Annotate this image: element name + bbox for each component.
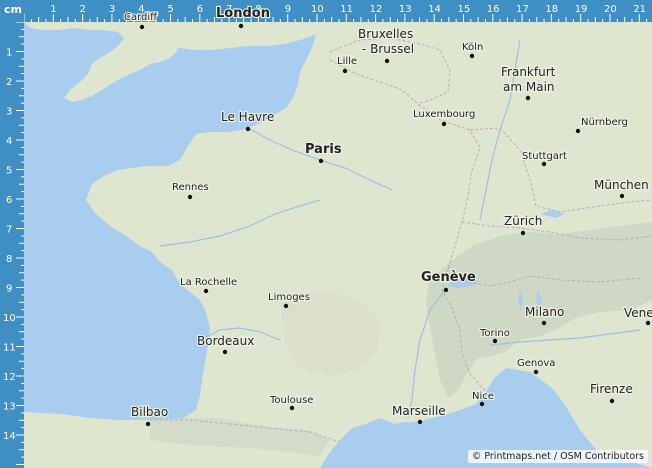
ruler-label-left: 1: [6, 48, 12, 59]
city-label-brussel[interactable]: - Brussel: [361, 41, 415, 57]
ruler-label-left: 8: [6, 254, 12, 265]
city-label-gen-ve[interactable]: Genève: [420, 269, 477, 286]
city-label-le-havre[interactable]: Le Havre: [220, 109, 275, 125]
city-label-bilbao[interactable]: Bilbao: [130, 404, 169, 420]
city-marker-la-rochelle[interactable]: [203, 288, 209, 294]
city-marker-marseille[interactable]: [417, 419, 423, 425]
ruler-label-top: 11: [340, 4, 353, 15]
city-label-frankfurt[interactable]: Frankfurt: [500, 64, 557, 80]
ruler-label-top: 19: [575, 4, 588, 15]
city-label-london[interactable]: London: [215, 5, 271, 22]
city-marker-cardiff[interactable]: [139, 24, 145, 30]
ruler-label-left: 12: [3, 372, 16, 383]
city-marker-stuttgart[interactable]: [541, 161, 547, 167]
ruler-top: 1 2 3 4 5 6 7 8 9 10 11 12 13 14 15 16 17 18 19 20 21: [0, 0, 652, 22]
city-marker-genova[interactable]: [533, 369, 539, 375]
ruler-label-left: 5: [6, 166, 12, 177]
ruler-label-top: 3: [109, 4, 115, 15]
ruler-label-top: 5: [168, 4, 174, 15]
city-marker-milano[interactable]: [541, 320, 547, 326]
city-label-milano[interactable]: Milano: [524, 304, 566, 320]
city-label-firenze[interactable]: Firenze: [589, 381, 634, 397]
ruler-label-left: 3: [6, 107, 12, 118]
city-marker-rennes[interactable]: [187, 194, 193, 200]
city-label-nice[interactable]: Nice: [471, 390, 495, 403]
city-label-bruxelles[interactable]: Bruxelles: [357, 26, 414, 42]
city-marker-nice[interactable]: [479, 401, 485, 407]
ruler-label-left: 6: [6, 195, 12, 206]
ruler-label-left: 4: [6, 136, 12, 147]
city-label-luxembourg[interactable]: Luxembourg: [412, 108, 477, 121]
city-marker-m-nchen[interactable]: [619, 193, 625, 199]
city-label-z-rich[interactable]: Zürich: [503, 213, 543, 229]
city-label-bordeaux[interactable]: Bordeaux: [196, 333, 256, 349]
city-label-stuttgart[interactable]: Stuttgart: [521, 150, 568, 163]
ruler-label-top: 16: [487, 4, 500, 15]
city-label-la-rochelle[interactable]: La Rochelle: [179, 276, 238, 289]
city-label-marseille[interactable]: Marseille: [391, 403, 447, 419]
city-marker-z-rich[interactable]: [520, 230, 526, 236]
ruler-label-left: 10: [3, 313, 16, 324]
ruler-label-left: 11: [3, 343, 16, 354]
ruler-label-top: 10: [311, 4, 324, 15]
ruler-label-top: 2: [80, 4, 86, 15]
city-label-toulouse[interactable]: Toulouse: [268, 394, 315, 407]
city-marker-brussel[interactable]: [384, 58, 390, 64]
ruler-label-top: 1: [50, 4, 56, 15]
city-marker-torino[interactable]: [492, 338, 498, 344]
city-marker-bordeaux[interactable]: [222, 349, 228, 355]
city-label-m-nchen[interactable]: München: [593, 177, 650, 193]
ruler-unit-label: cm: [4, 3, 22, 16]
city-label-torino[interactable]: Torino: [478, 327, 511, 340]
ruler-label-top: 12: [370, 4, 383, 15]
ruler-label-top: 15: [458, 4, 471, 15]
map-canvas[interactable]: 1 2 3 4 5 6 7 8 9 10 11 12 13 14 15 16 17 18 19 20 21 123456…: [0, 0, 652, 468]
city-label-k-ln[interactable]: Köln: [461, 41, 484, 54]
ruler-label-top: 6: [197, 4, 203, 15]
city-marker-am-main[interactable]: [525, 95, 531, 101]
city-marker-luxembourg[interactable]: [441, 121, 447, 127]
city-label-rennes[interactable]: Rennes: [171, 181, 210, 194]
city-marker-n-rnberg[interactable]: [575, 128, 581, 134]
city-marker-gen-ve[interactable]: [443, 287, 449, 293]
ruler-label-left: 7: [6, 225, 12, 236]
city-marker-limoges[interactable]: [283, 303, 289, 309]
city-marker-lille[interactable]: [342, 68, 348, 74]
ruler-label-top: 20: [604, 4, 617, 15]
ruler-label-top: 17: [516, 4, 529, 15]
city-label-lille[interactable]: Lille: [336, 55, 358, 68]
city-marker-paris[interactable]: [318, 158, 324, 164]
ruler-left: 1234567891011121314: [0, 0, 24, 468]
city-label-paris[interactable]: Paris: [304, 141, 343, 158]
city-marker-london[interactable]: [238, 23, 244, 29]
city-marker-firenze[interactable]: [609, 398, 615, 404]
ruler-label-top: 21: [633, 4, 646, 15]
ruler-label-top: 9: [285, 4, 291, 15]
city-label-genova[interactable]: Genova: [516, 357, 557, 370]
ruler-label-top: 18: [545, 4, 558, 15]
city-label-am-main[interactable]: am Main: [502, 79, 556, 95]
ruler-label-left: 2: [6, 77, 12, 88]
city-label-cardiff[interactable]: Cardiff: [123, 11, 159, 24]
ruler-label-left: 9: [6, 284, 12, 295]
ruler-label-top: 13: [399, 4, 412, 15]
city-marker-vene[interactable]: [645, 320, 651, 326]
ruler-label-top: 14: [428, 4, 441, 15]
city-marker-k-ln[interactable]: [469, 53, 475, 59]
city-marker-bilbao[interactable]: [145, 421, 151, 427]
attribution: © Printmaps.net / OSM Contributors: [467, 450, 648, 463]
city-marker-le-havre[interactable]: [245, 126, 251, 132]
city-label-vene[interactable]: Vene: [623, 305, 652, 321]
ruler-label-left: 14: [3, 431, 16, 442]
city-label-n-rnberg[interactable]: Nürnberg: [580, 116, 629, 129]
ruler-label-left: 13: [3, 402, 16, 413]
city-label-limoges[interactable]: Limoges: [267, 291, 311, 304]
city-marker-toulouse[interactable]: [289, 405, 295, 411]
